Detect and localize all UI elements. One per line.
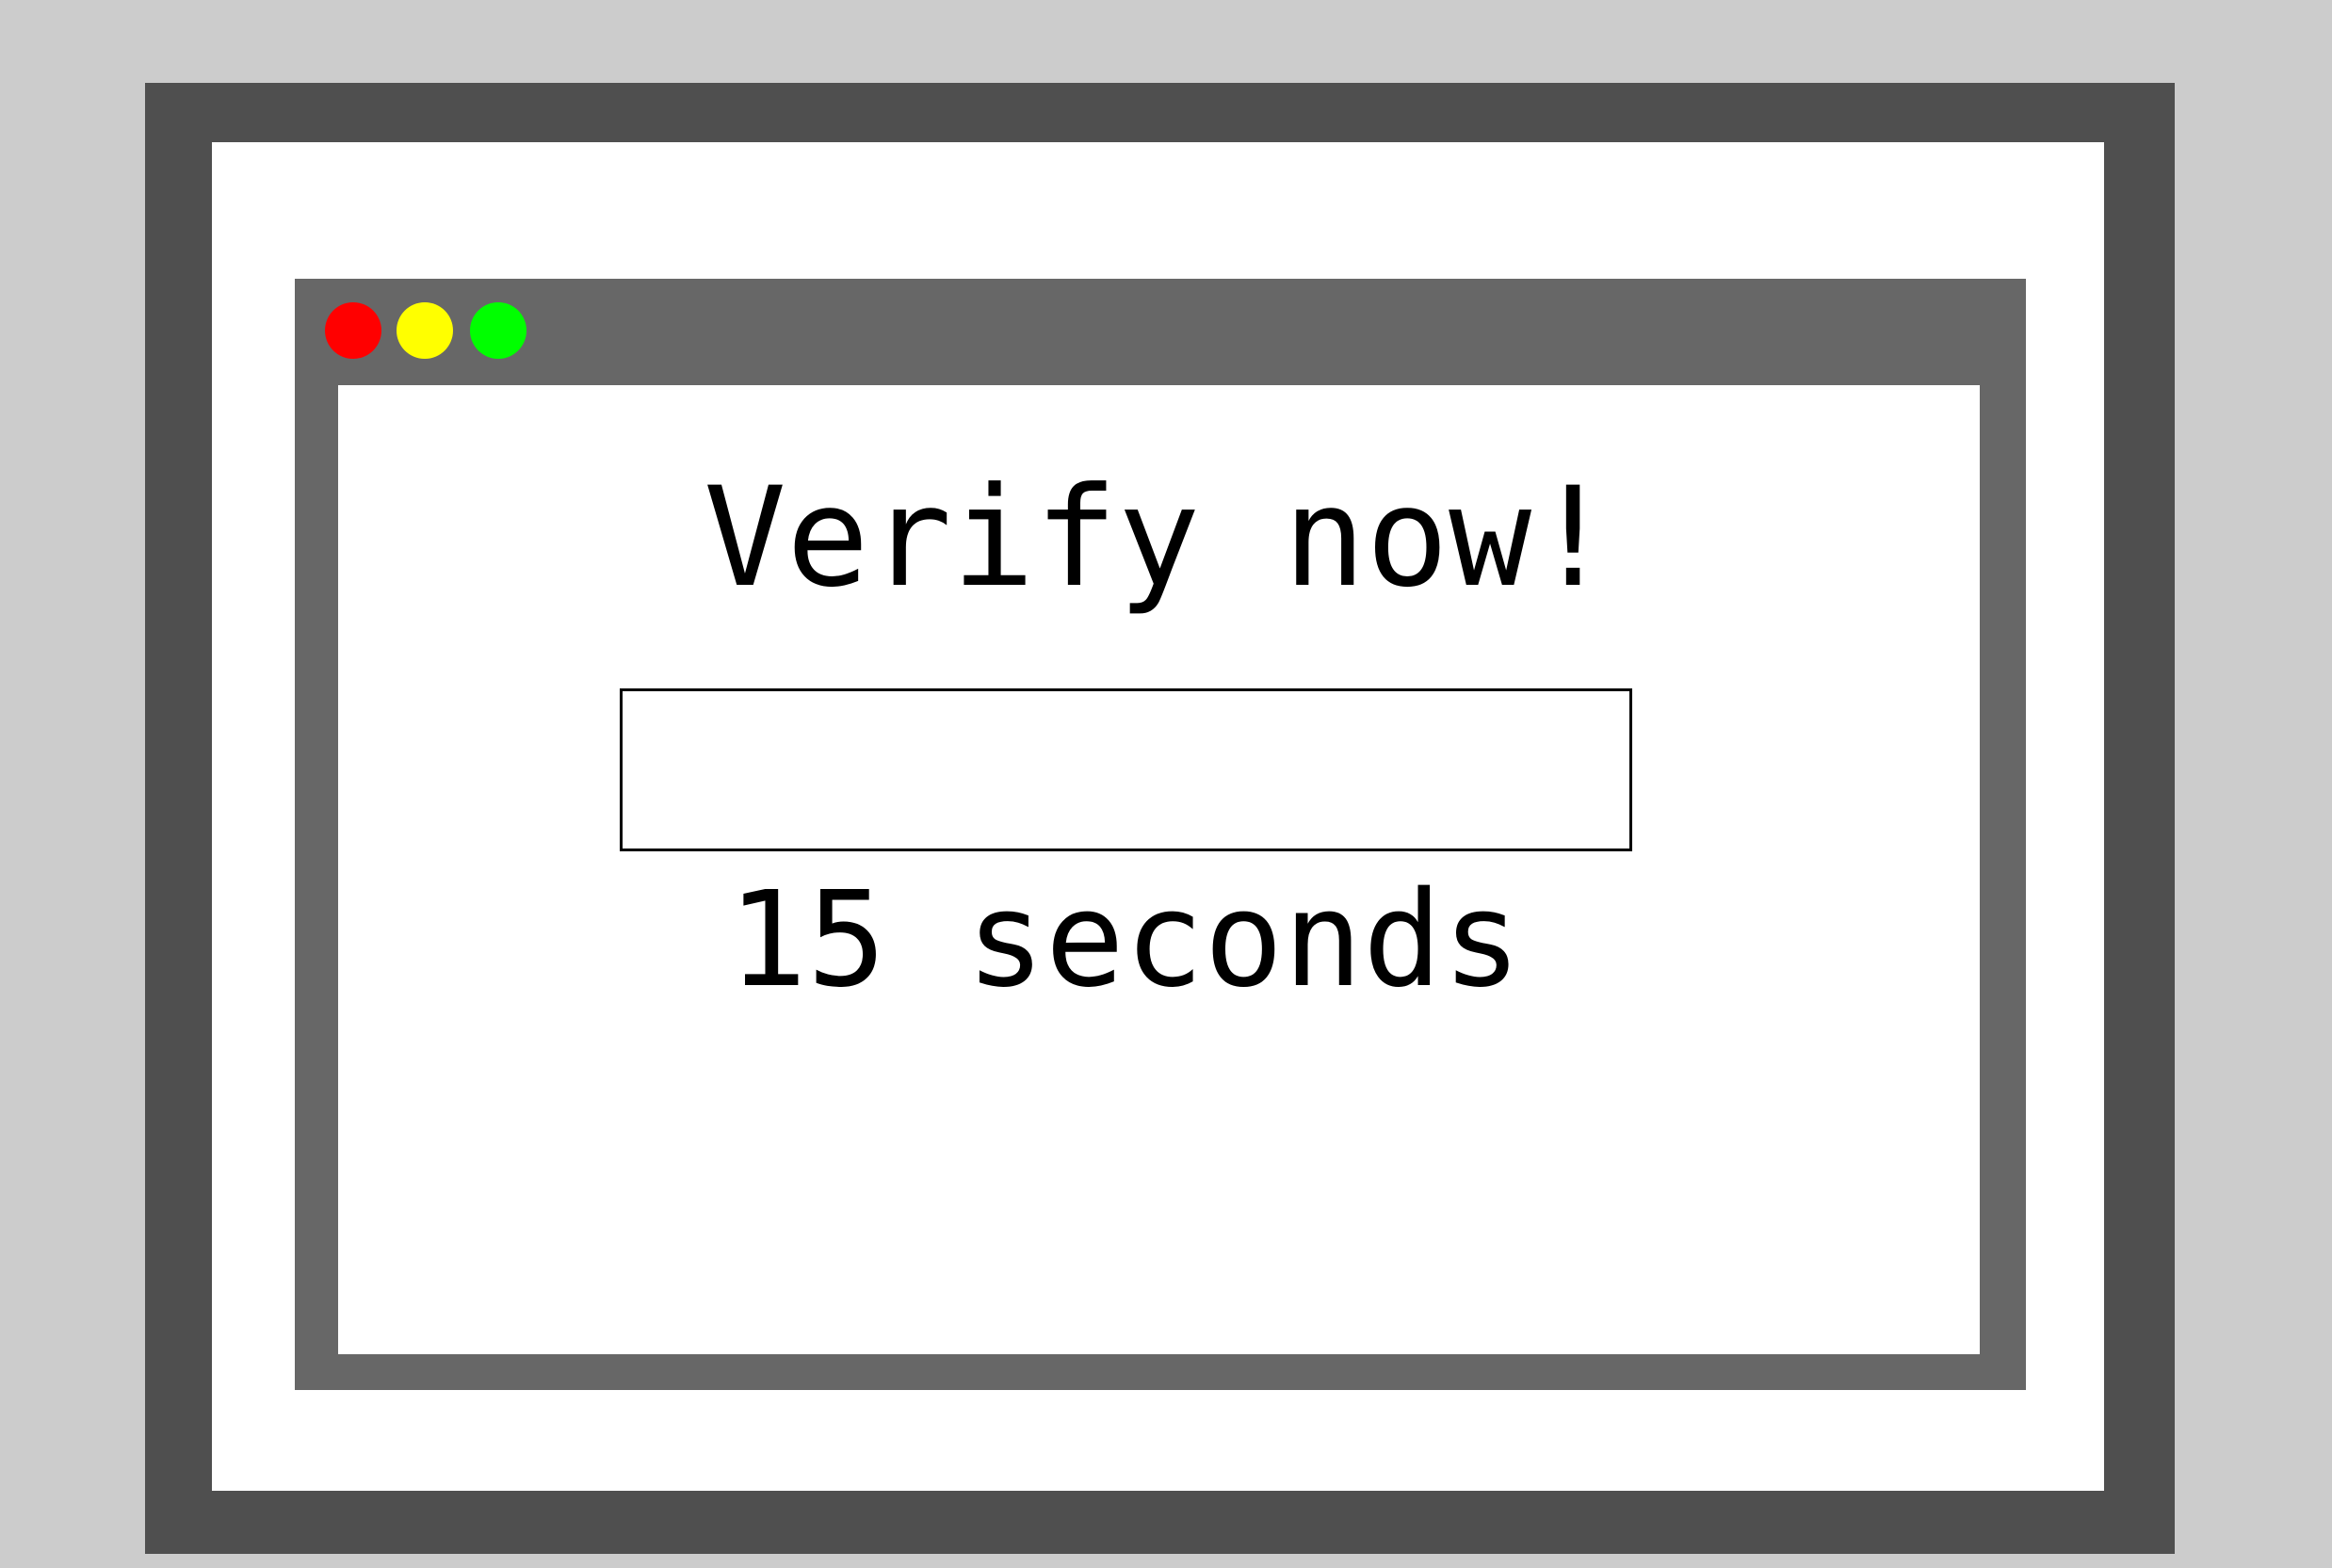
maximize-button[interactable]	[470, 302, 526, 359]
close-button[interactable]	[325, 302, 381, 359]
countdown-timer: 15 seconds	[727, 864, 1522, 1017]
window-content: Verify now! 15 seconds	[338, 385, 1980, 1354]
page-title: Verify now!	[704, 458, 1614, 618]
screen: Verify now! 15 seconds	[212, 142, 2104, 1491]
monitor-bezel: Verify now! 15 seconds	[145, 83, 2175, 1554]
minimize-button[interactable]	[397, 302, 453, 359]
verification-input[interactable]	[620, 688, 1632, 851]
app-window: Verify now! 15 seconds	[295, 279, 2026, 1390]
